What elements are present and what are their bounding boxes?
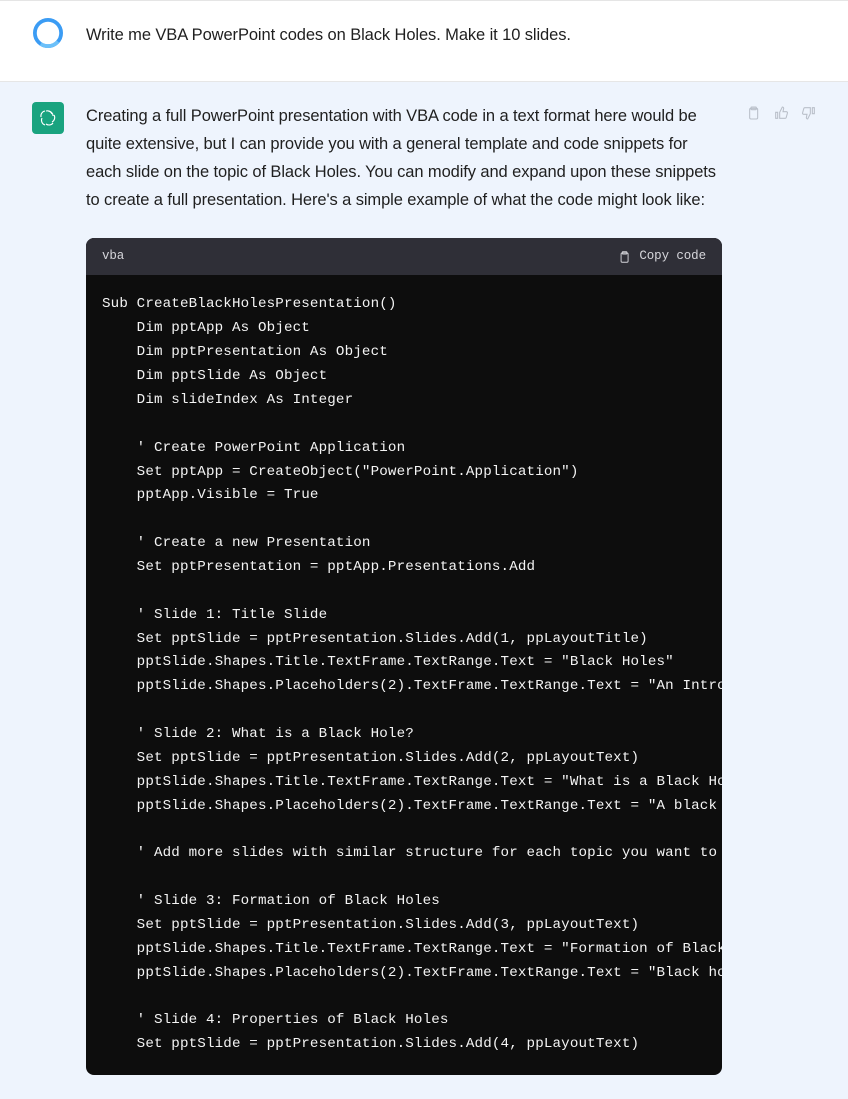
code-header: vba Copy code: [86, 238, 722, 275]
thumbs-down-icon: [801, 105, 817, 121]
assistant-avatar: [32, 102, 64, 134]
message-actions: [744, 102, 818, 1075]
thumbs-up-icon: [773, 105, 789, 121]
user-message-text: Write me VBA PowerPoint codes on Black H…: [86, 17, 818, 49]
user-message-row: Write me VBA PowerPoint codes on Black H…: [0, 1, 848, 82]
openai-logo-icon: [38, 108, 58, 128]
copy-code-button[interactable]: Copy code: [617, 246, 706, 267]
copy-message-button[interactable]: [744, 104, 762, 122]
code-content[interactable]: Sub CreateBlackHolesPresentation() Dim p…: [102, 293, 706, 1057]
user-avatar-icon: [33, 18, 63, 48]
clipboard-icon: [745, 105, 761, 121]
copy-code-label: Copy code: [639, 246, 706, 267]
code-language-label: vba: [102, 246, 124, 267]
assistant-message-content: Creating a full PowerPoint presentation …: [86, 102, 722, 1075]
code-body: Sub CreateBlackHolesPresentation() Dim p…: [86, 275, 722, 1075]
user-avatar: [32, 17, 64, 49]
thumbs-down-button[interactable]: [800, 104, 818, 122]
thumbs-up-button[interactable]: [772, 104, 790, 122]
assistant-intro-text: Creating a full PowerPoint presentation …: [86, 102, 722, 214]
code-block: vba Copy code Sub CreateBlackHolesPresen…: [86, 238, 722, 1075]
clipboard-icon: [617, 250, 631, 264]
assistant-message-row: Creating a full PowerPoint presentation …: [0, 82, 848, 1099]
